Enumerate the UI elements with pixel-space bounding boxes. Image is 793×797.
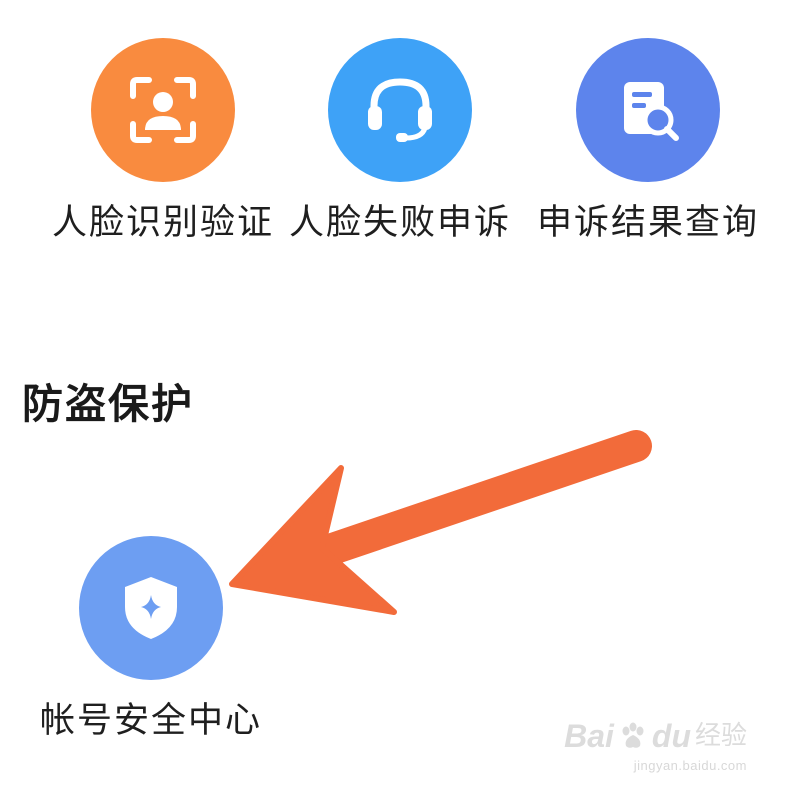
appeal-result-circle [576, 38, 720, 182]
face-scan-icon [130, 77, 196, 143]
appeal-result-label: 申诉结果查询 [537, 203, 760, 243]
face-verify-button[interactable]: 人脸识别验证 [52, 38, 274, 241]
watermark-suffix: 经验 [694, 721, 747, 751]
document-search-icon [624, 82, 679, 141]
appeal-result-button[interactable]: 申诉结果查询 [537, 38, 759, 241]
theft-protection-title: 防盗保护 [22, 380, 194, 428]
baidu-watermark: Bai du 经验 jingyan.baidu.com [564, 720, 747, 773]
face-verify-circle [91, 38, 235, 182]
account-security-button[interactable]: 帐号安全中心 [40, 536, 262, 739]
face-appeal-label: 人脸失败申诉 [289, 203, 512, 243]
headset-icon [368, 78, 432, 142]
face-verify-label: 人脸识别验证 [52, 203, 275, 243]
face-appeal-button[interactable]: 人脸失败申诉 [289, 38, 511, 241]
shield-star-icon [125, 577, 177, 639]
paw-icon [622, 722, 644, 748]
watermark-brand: Bai [564, 718, 614, 754]
face-appeal-circle [328, 38, 472, 182]
account-security-circle [79, 536, 223, 680]
watermark-brand-2: du [651, 718, 691, 754]
watermark-url: jingyan.baidu.com [633, 758, 747, 773]
annotation-arrow-shaft [284, 430, 652, 576]
account-security-label: 帐号安全中心 [40, 701, 263, 741]
